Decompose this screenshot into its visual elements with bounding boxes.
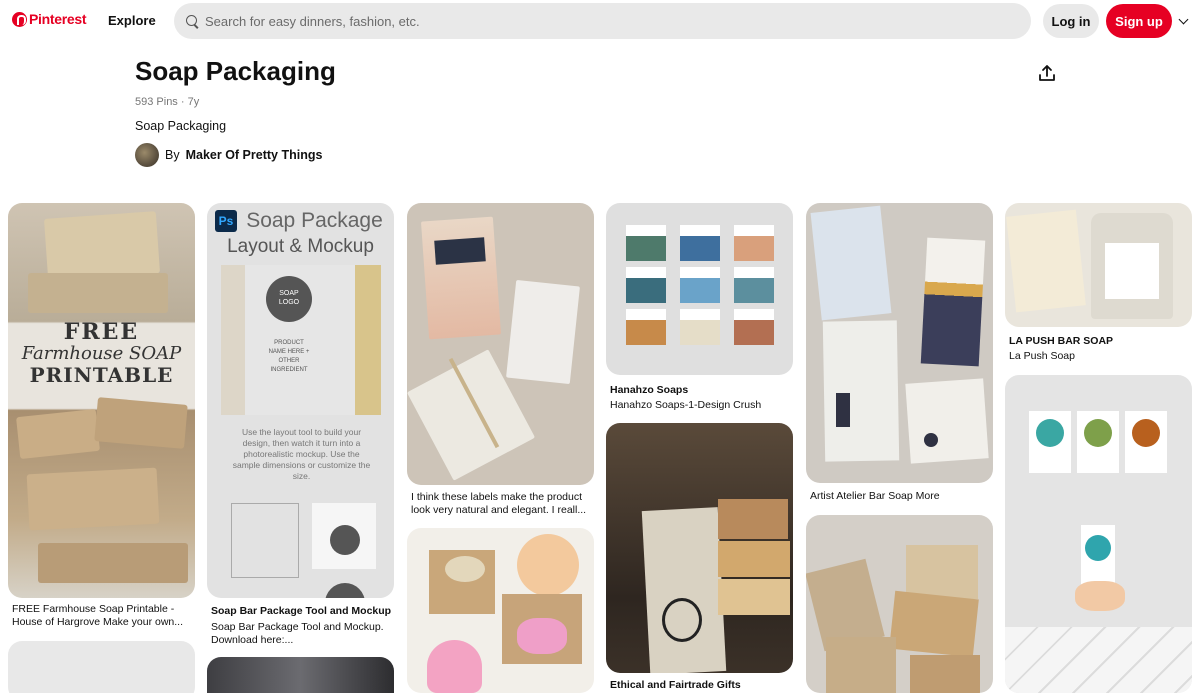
image-text-subtitle: Layout & Mockup — [227, 236, 374, 257]
search-input[interactable] — [205, 13, 1005, 29]
image-text-product: PRODUCT NAME HERE + OTHER INGREDIENT — [268, 340, 310, 373]
explore-link[interactable]: Explore — [108, 13, 156, 28]
image-text-farmhouse: Farmhouse SOAP — [21, 343, 182, 364]
pin-description: Soap Bar Package Tool and Mockup. Downlo… — [211, 621, 384, 646]
search-bar[interactable] — [174, 3, 1031, 39]
pin-title: Soap Bar Package Tool and Mockup — [211, 605, 392, 617]
board-title: Soap Packaging — [135, 56, 336, 86]
board-description: Soap Packaging — [135, 119, 227, 133]
pin-description: Hanahzo Soaps-1-Design Crush — [610, 399, 762, 411]
pin-image[interactable] — [606, 423, 793, 673]
chevron-down-icon[interactable] — [1178, 14, 1189, 25]
pin-image[interactable] — [806, 203, 993, 483]
image-text-instructions: Use the layout tool to build your design… — [232, 427, 371, 481]
pin-image[interactable] — [407, 528, 594, 693]
pin-image[interactable] — [606, 203, 793, 375]
by-prefix: By — [165, 148, 180, 162]
pin-description: La Push Soap — [1009, 350, 1075, 362]
avatar[interactable] — [135, 143, 159, 167]
pin-image[interactable]: Ps Soap Package Layout & Mockup SOAP LOG… — [207, 203, 394, 598]
pin-title: LA PUSH BAR SOAP — [1009, 335, 1114, 347]
top-nav: Pinterest Explore Log in Sign up — [0, 0, 1200, 42]
pin-image[interactable]: FREE Farmhouse SOAP PRINTABLE — [8, 203, 195, 598]
owner-name[interactable]: Maker Of Pretty Things — [186, 148, 323, 162]
pin-description: FREE Farmhouse Soap Printable - House of… — [12, 603, 183, 628]
pin-image[interactable] — [207, 657, 394, 693]
share-icon[interactable] — [1037, 63, 1057, 83]
image-text-title: Soap Package — [246, 209, 383, 232]
pin-image[interactable] — [407, 203, 594, 485]
pin-image[interactable] — [806, 515, 993, 693]
pin-image[interactable] — [1005, 375, 1192, 693]
logo-text: Pinterest — [29, 11, 87, 27]
pin-title: Hanahzo Soaps — [610, 384, 689, 396]
pinterest-logo[interactable]: Pinterest — [12, 11, 87, 27]
login-button[interactable]: Log in — [1043, 4, 1099, 38]
pin-image[interactable] — [1005, 203, 1192, 327]
signup-button[interactable]: Sign up — [1106, 4, 1172, 38]
pin-description: I think these labels make the product lo… — [411, 491, 587, 516]
board-owner[interactable]: By Maker Of Pretty Things — [135, 143, 322, 167]
board-meta: 593 Pins · 7y — [135, 96, 200, 108]
image-text-free: FREE — [63, 319, 140, 345]
pin-description: Artist Atelier Bar Soap More — [810, 490, 940, 502]
image-text-logo: SOAP LOGO — [278, 290, 300, 306]
image-text-printable: PRINTABLE — [29, 363, 174, 387]
pin-image[interactable] — [8, 641, 195, 693]
photoshop-icon: Ps — [215, 210, 237, 232]
pin-title: Ethical and Fairtrade Gifts — [610, 679, 741, 691]
pinterest-logo-icon — [12, 11, 27, 27]
search-icon — [186, 14, 199, 28]
